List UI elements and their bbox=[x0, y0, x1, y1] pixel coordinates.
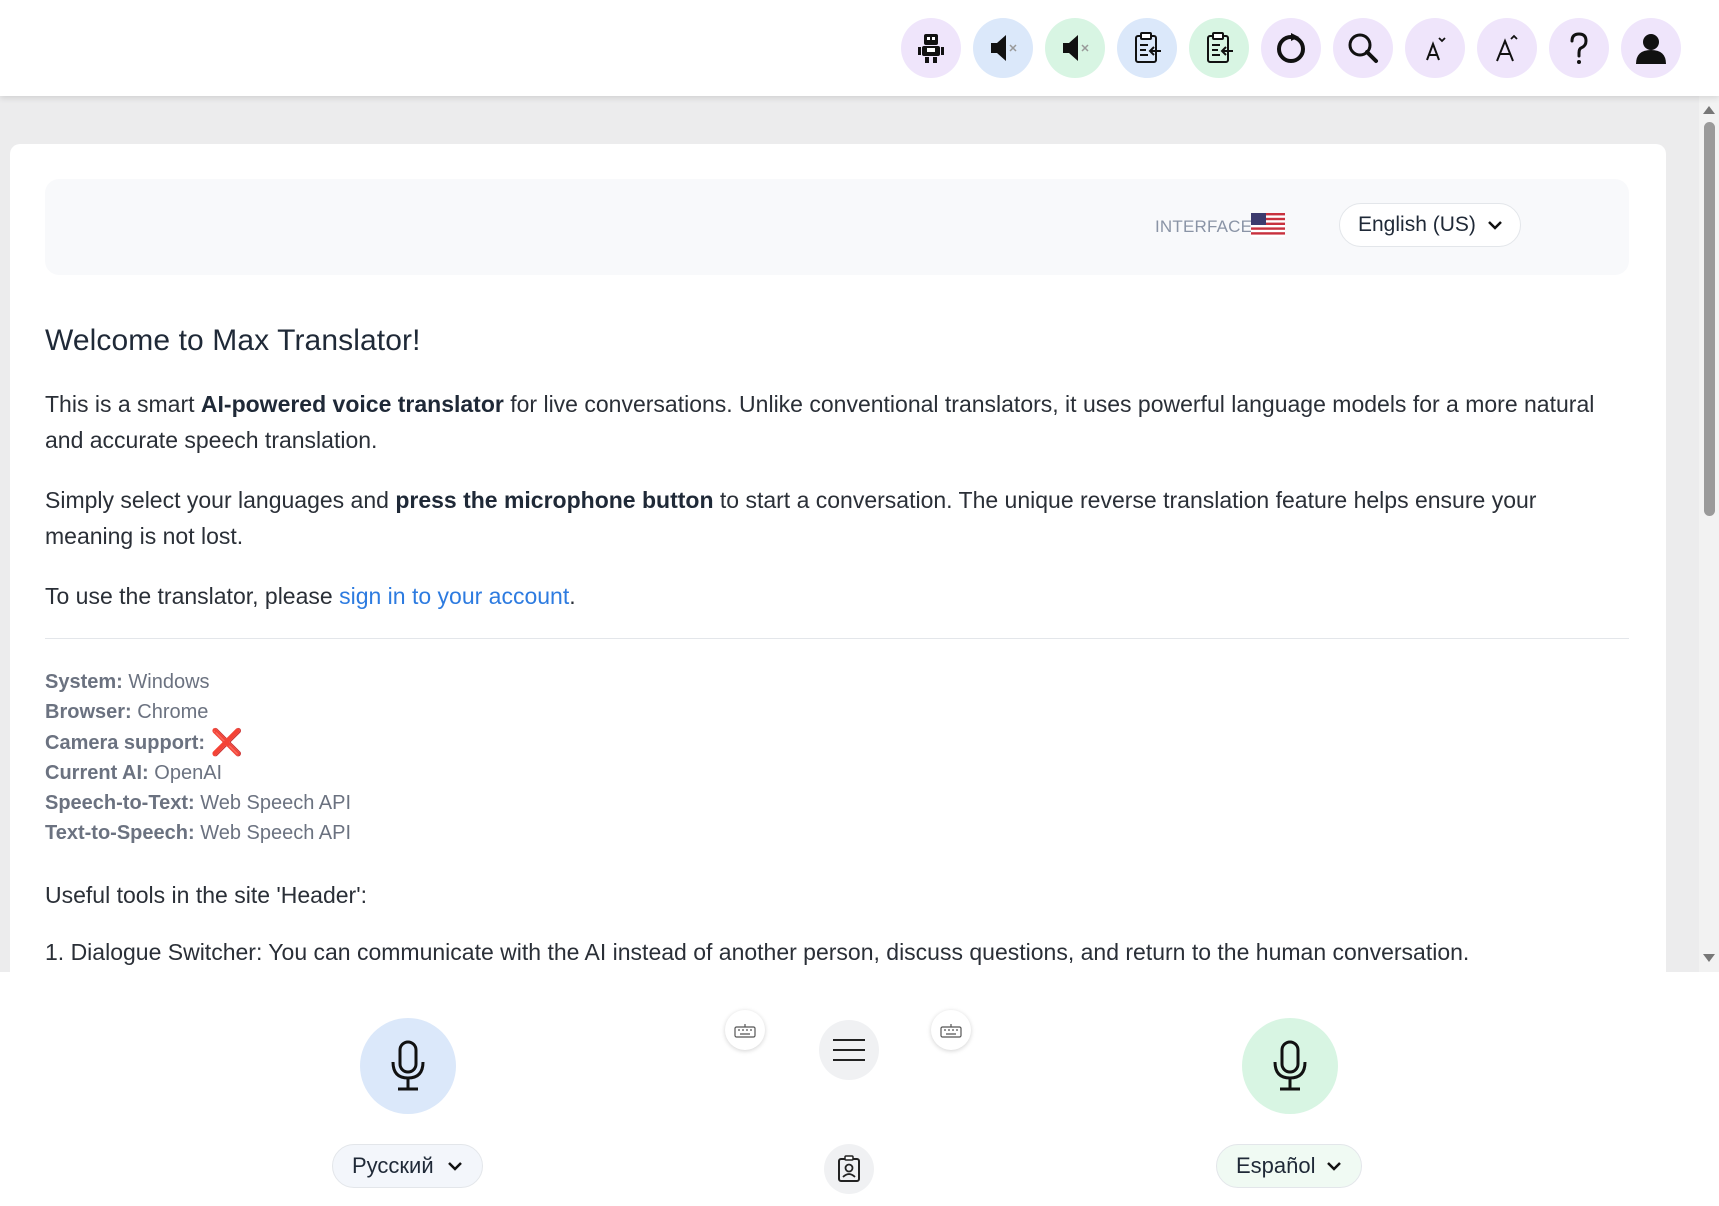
system-info-row: System: Windows bbox=[45, 671, 210, 693]
clipboard-right-button[interactable] bbox=[1189, 18, 1249, 78]
account-button[interactable] bbox=[1621, 18, 1681, 78]
system-info-row: Camera support: ❌ bbox=[45, 727, 243, 757]
header-toolbar bbox=[901, 18, 1681, 78]
clipboard-icon bbox=[1207, 32, 1233, 63]
interface-language-value: English (US) bbox=[1358, 213, 1476, 236]
system-info-row: Current AI: OpenAI bbox=[45, 762, 223, 784]
keyboard-icon bbox=[734, 1024, 756, 1038]
system-info: System: Windows Browser: Chrome Camera s… bbox=[45, 667, 1645, 848]
refresh-icon bbox=[1277, 33, 1305, 63]
scroll-up-arrow[interactable] bbox=[1702, 102, 1716, 116]
chevron-down-icon bbox=[1327, 1162, 1341, 1171]
search-icon bbox=[1348, 33, 1378, 63]
font-decrease-icon bbox=[1426, 37, 1446, 61]
interface-label: INTERFACE bbox=[1155, 217, 1253, 236]
help-button[interactable] bbox=[1549, 18, 1609, 78]
robot-icon bbox=[918, 34, 944, 63]
instructions-paragraph: Simply select your languages and press t… bbox=[45, 487, 1537, 549]
speaker-muted-icon bbox=[1063, 35, 1089, 61]
dialogue-switcher-button[interactable] bbox=[901, 18, 961, 78]
font-decrease-button[interactable] bbox=[1405, 18, 1465, 78]
chevron-down-icon bbox=[1488, 221, 1502, 230]
tools-section-title: Useful tools in the site 'Header': bbox=[45, 882, 367, 908]
sign-in-paragraph: To use the translator, please sign in to… bbox=[45, 583, 576, 609]
left-language-select[interactable]: Русский bbox=[332, 1144, 483, 1188]
content-card: INTERFACE English (US) Welcome to Max Tr… bbox=[10, 144, 1666, 972]
right-microphone-button[interactable] bbox=[1242, 1018, 1338, 1114]
left-microphone-button[interactable] bbox=[360, 1018, 456, 1114]
interface-language-panel: INTERFACE English (US) bbox=[45, 179, 1629, 275]
welcome-title: Welcome to Max Translator! bbox=[45, 324, 421, 357]
user-icon bbox=[1636, 34, 1666, 64]
clipboard-left-button[interactable] bbox=[1117, 18, 1177, 78]
microphone-icon bbox=[391, 1040, 425, 1091]
search-button[interactable] bbox=[1333, 18, 1393, 78]
menu-button[interactable] bbox=[819, 1020, 879, 1080]
right-language-value: Español bbox=[1236, 1153, 1316, 1178]
font-increase-button[interactable] bbox=[1477, 18, 1537, 78]
hamburger-menu-icon bbox=[833, 1039, 865, 1061]
main-scroll-area[interactable]: INTERFACE English (US) Welcome to Max Tr… bbox=[0, 96, 1719, 972]
left-keyboard-button[interactable] bbox=[725, 1010, 765, 1050]
welcome-content: Welcome to Max Translator! This is a sma… bbox=[45, 324, 1645, 966]
mute-left-button[interactable] bbox=[973, 18, 1033, 78]
sign-in-link[interactable]: sign in to your account bbox=[339, 583, 569, 609]
left-language-value: Русский bbox=[352, 1153, 434, 1178]
scroll-down-arrow[interactable] bbox=[1702, 952, 1716, 966]
mute-right-button[interactable] bbox=[1045, 18, 1105, 78]
interface-language-select[interactable]: English (US) bbox=[1339, 203, 1521, 247]
microphone-icon bbox=[1273, 1040, 1307, 1091]
reset-button[interactable] bbox=[1261, 18, 1321, 78]
scroll-thumb[interactable] bbox=[1704, 122, 1715, 516]
vertical-scrollbar[interactable] bbox=[1699, 96, 1719, 972]
tools-list-item: 1. Dialogue Switcher: You can communicat… bbox=[45, 939, 1470, 965]
right-language-select[interactable]: Español bbox=[1216, 1144, 1362, 1188]
divider bbox=[45, 638, 1629, 639]
right-keyboard-button[interactable] bbox=[931, 1010, 971, 1050]
clipboard-icon bbox=[1135, 32, 1161, 63]
question-icon bbox=[1570, 32, 1588, 64]
intro-paragraph: This is a smart AI-powered voice transla… bbox=[45, 391, 1595, 453]
chevron-down-icon bbox=[448, 1162, 462, 1171]
us-flag-icon bbox=[1251, 213, 1285, 237]
system-info-row: Browser: Chrome bbox=[45, 701, 209, 723]
cross-icon: ❌ bbox=[210, 727, 243, 757]
system-info-row: Speech-to-Text: Web Speech API bbox=[45, 792, 352, 814]
font-increase-icon bbox=[1496, 34, 1518, 62]
keyboard-icon bbox=[940, 1024, 962, 1038]
contact-card-button[interactable] bbox=[824, 1144, 874, 1194]
id-badge-icon bbox=[838, 1155, 860, 1182]
system-info-row: Text-to-Speech: Web Speech API bbox=[45, 822, 352, 844]
header-bar bbox=[0, 0, 1719, 96]
speaker-muted-icon bbox=[991, 35, 1017, 61]
